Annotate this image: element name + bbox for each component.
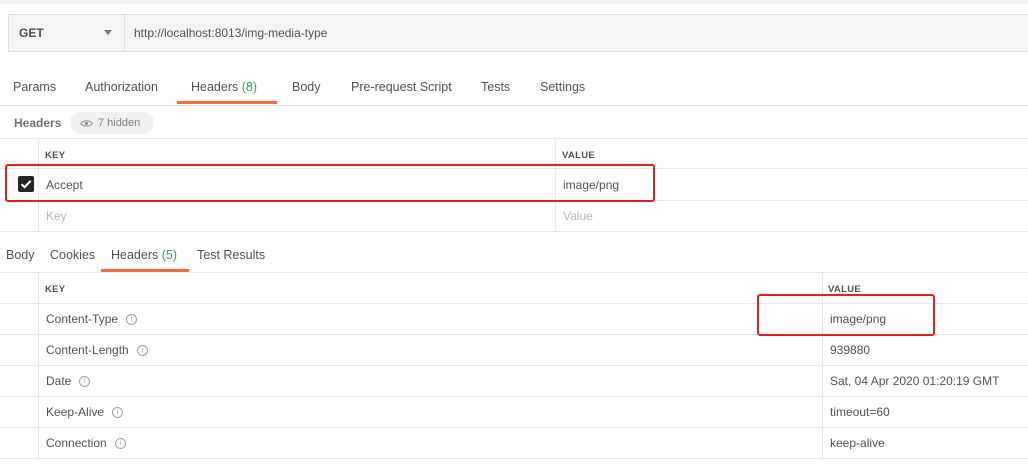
url-input[interactable]: http://localhost:8013/img-media-type	[134, 26, 327, 40]
column-header-key: KEY	[45, 150, 66, 161]
tab-label: Tests	[481, 80, 511, 94]
tab-label: Body	[6, 248, 35, 262]
request-tab-bar: Params Authorization Headers (8) Body Pr…	[0, 70, 1028, 106]
highlight-annotation	[757, 294, 935, 336]
tab-response-test-results[interactable]: Test Results	[197, 248, 265, 262]
response-header-value: 939880	[830, 343, 871, 357]
tab-authorization[interactable]: Authorization	[85, 80, 158, 94]
tab-headers[interactable]: Headers (8)	[191, 80, 257, 94]
info-icon[interactable]: i	[114, 438, 126, 450]
tab-label: Params	[13, 80, 57, 94]
divider	[0, 272, 1028, 273]
info-icon[interactable]: i	[126, 314, 138, 326]
tab-params[interactable]: Params	[13, 80, 56, 94]
response-header-value: Sat, 04 Apr 2020 01:20:19 GMT	[830, 374, 1000, 388]
tab-label: Headers	[191, 80, 239, 94]
tab-label: Settings	[540, 80, 586, 94]
tab-label: Body	[292, 80, 321, 94]
new-key-input[interactable]: Key	[46, 209, 67, 223]
new-value-input[interactable]: Value	[563, 209, 593, 223]
hidden-count-label: 7 hidden	[98, 117, 141, 129]
info-icon[interactable]: i	[136, 345, 148, 357]
response-header-key: Content-Length i	[46, 343, 148, 357]
tab-label: Pre-request Script	[351, 80, 452, 94]
divider	[0, 138, 1028, 139]
tab-response-cookies[interactable]: Cookies	[50, 248, 95, 262]
divider	[0, 396, 1028, 397]
tab-count: (5)	[161, 248, 178, 262]
hidden-headers-toggle[interactable]: 7 hidden	[70, 112, 154, 134]
tab-count: (8)	[241, 80, 258, 94]
response-header-key: Content-Type i	[46, 312, 138, 326]
tab-label: Headers	[111, 248, 159, 262]
column-divider	[38, 273, 39, 460]
tab-settings[interactable]: Settings	[540, 80, 585, 94]
caret-down-icon	[104, 30, 112, 35]
top-strip	[0, 0, 1028, 4]
method-dropdown[interactable]: GET	[9, 15, 125, 51]
tab-label: Test Results	[197, 248, 266, 262]
response-header-value: timeout=60	[830, 405, 890, 419]
tab-tests[interactable]: Tests	[481, 80, 510, 94]
headers-section-title: Headers	[14, 116, 62, 130]
divider	[0, 365, 1028, 366]
tab-response-body[interactable]: Body	[6, 248, 35, 262]
tab-body[interactable]: Body	[292, 80, 321, 94]
tab-pre-request-script[interactable]: Pre-request Script	[351, 80, 452, 94]
active-tab-indicator	[177, 101, 277, 104]
tab-label: Cookies	[50, 248, 96, 262]
header-key-text: Connection	[46, 436, 107, 450]
highlight-annotation	[5, 164, 655, 202]
method-label: GET	[19, 26, 44, 40]
response-header-key: Keep-Alive i	[46, 405, 124, 419]
response-header-key: Date i	[46, 374, 91, 388]
header-key-text: Content-Type	[46, 312, 119, 326]
divider	[0, 427, 1028, 428]
tab-response-headers[interactable]: Headers (5)	[111, 248, 177, 262]
header-key-text: Content-Length	[46, 343, 129, 357]
divider	[0, 458, 1028, 459]
header-key-text: Date	[46, 374, 72, 388]
column-header-value: VALUE	[562, 150, 595, 161]
tab-label: Authorization	[85, 80, 158, 94]
divider	[0, 231, 1028, 232]
response-header-value: keep-alive	[830, 436, 885, 450]
url-bar: GET http://localhost:8013/img-media-type	[8, 14, 1028, 52]
info-icon[interactable]: i	[79, 376, 91, 388]
column-header-key: KEY	[45, 284, 66, 295]
info-icon[interactable]: i	[112, 407, 124, 419]
header-key-text: Keep-Alive	[46, 405, 105, 419]
eye-icon	[80, 119, 93, 127]
response-header-key: Connection i	[46, 436, 126, 450]
